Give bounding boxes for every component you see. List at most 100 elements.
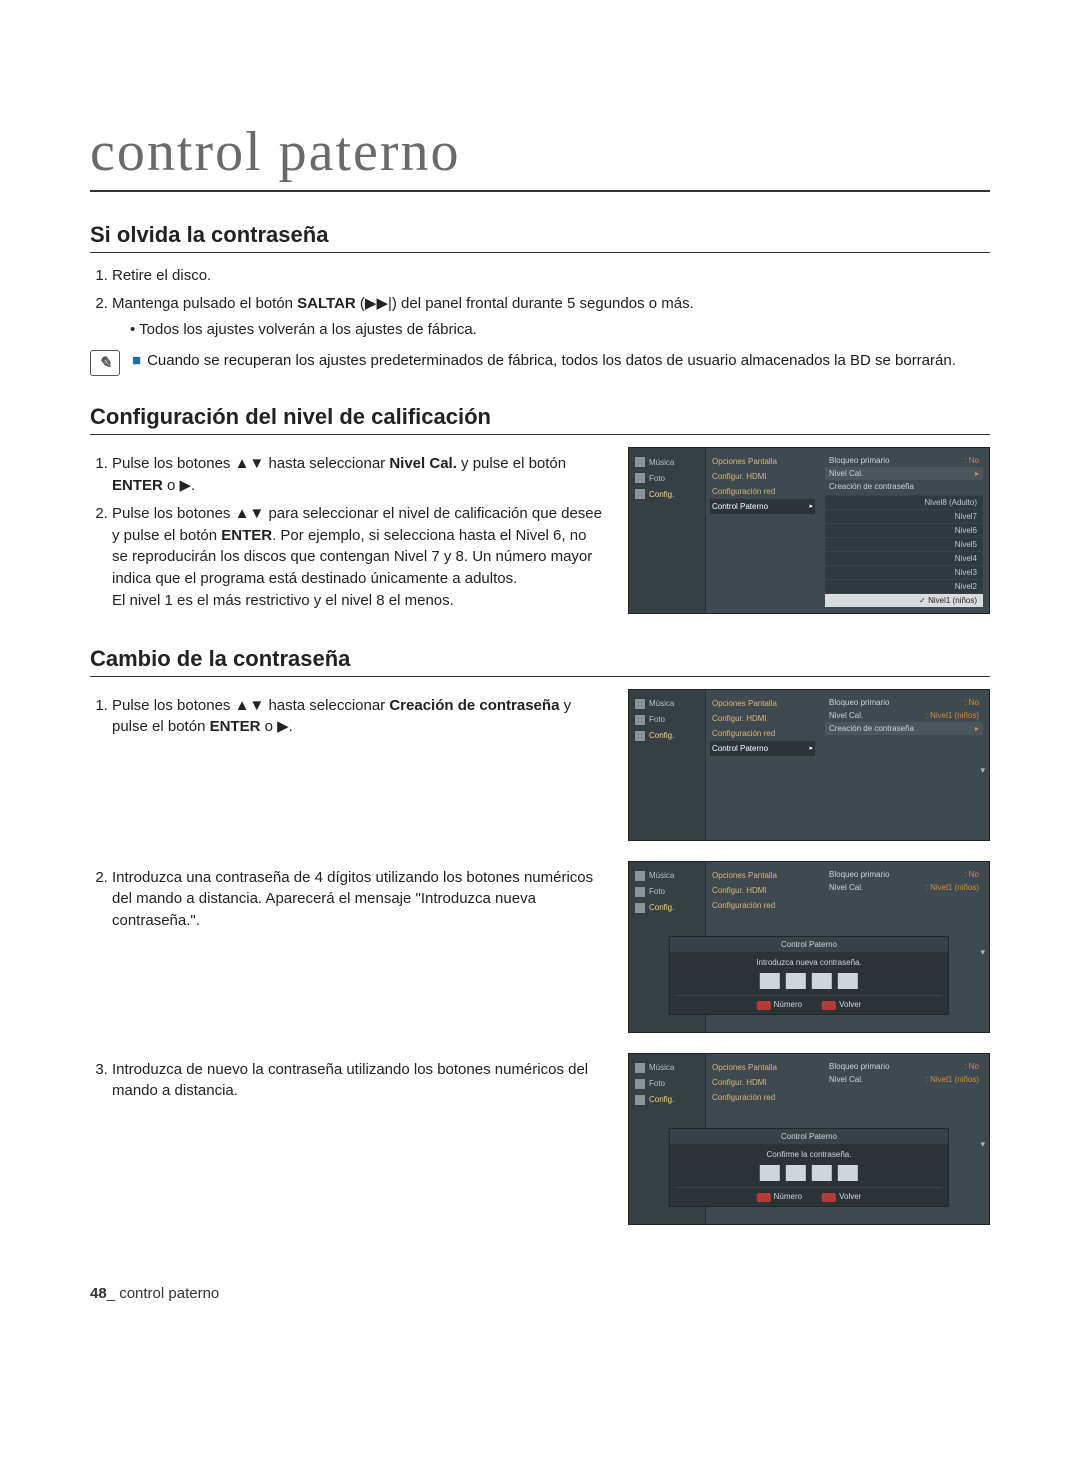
s1-note: Cuando se recuperan los ajustes predeter…	[147, 352, 956, 369]
m-configuracion-red: Configuración red	[710, 484, 815, 499]
side-foto: Foto	[633, 470, 701, 486]
m-configuracion-red: Configuración red	[710, 898, 815, 913]
scroll-arrow-icon: ▾	[980, 765, 985, 776]
kv-nivel: Nivel Cal.: Nivel1 (niños)	[825, 881, 983, 894]
s2-s1-b: Nivel Cal.	[389, 455, 457, 472]
footer-label: control paterno	[119, 1285, 219, 1302]
modal-title: Control Paterno	[670, 937, 948, 952]
screenshot-confirm-password: Música Foto Config. Opciones Pantalla Co…	[628, 1053, 990, 1225]
s3-step3: Introduzca de nuevo la contraseña utiliz…	[112, 1059, 604, 1103]
s2-s2-b: ENTER	[221, 527, 272, 544]
password-boxes	[676, 973, 942, 989]
pw-digit	[838, 973, 858, 989]
kv-bloqueo: Bloqueo primario: No	[825, 454, 983, 467]
side-config: Config.	[633, 486, 701, 502]
opt-nivel2: Nivel2	[825, 579, 983, 593]
m-configuracion-red: Configuración red	[710, 726, 815, 741]
scroll-arrow-icon: ▾	[980, 947, 985, 958]
m-opciones-pantalla: Opciones Pantalla	[710, 696, 815, 711]
m-opciones-pantalla: Opciones Pantalla	[710, 1060, 815, 1075]
kv-creacion: Creación de contraseña	[825, 480, 983, 493]
m-configur-hdmi: Configur. HDMI	[710, 1075, 815, 1090]
m-opciones-pantalla: Opciones Pantalla	[710, 454, 815, 469]
opt-nivel5: Nivel5	[825, 537, 983, 551]
note-icon: ✎	[90, 350, 120, 376]
opt-nivel4: Nivel4	[825, 551, 983, 565]
pw-digit	[812, 973, 832, 989]
side-musica: Música	[633, 868, 701, 884]
side-foto: Foto	[633, 1076, 701, 1092]
pw-digit	[786, 973, 806, 989]
rating-options: Nivel8 (Adulto) Nivel7 Nivel6 Nivel5 Niv…	[825, 495, 983, 607]
opt-nivel8: Nivel8 (Adulto)	[825, 495, 983, 509]
s2-s1-a: Pulse los botones ▲▼ hasta seleccionar	[112, 455, 389, 472]
note-text: ■Cuando se recuperan los ajustes predete…	[132, 350, 956, 371]
btn-volver: Volver	[822, 1000, 861, 1009]
s1-step1: Retire el disco.	[112, 265, 990, 287]
password-boxes	[676, 1165, 942, 1181]
s1-step2-c: (▶▶|) del panel frontal durante 5 segund…	[356, 295, 694, 312]
side-musica: Música	[633, 696, 701, 712]
page-footer: 48_ control paterno	[90, 1285, 990, 1302]
kv-creacion: Creación de contraseña▸	[825, 722, 983, 735]
opt-nivel6: Nivel6	[825, 523, 983, 537]
section-change-password-title: Cambio de la contraseña	[90, 646, 990, 677]
s3-step1: Pulse los botones ▲▼ hasta seleccionar C…	[112, 695, 604, 739]
m-configuracion-red: Configuración red	[710, 1090, 815, 1105]
section-forgot-password-title: Si olvida la contraseña	[90, 222, 990, 253]
opt-nivel1: ✓ Nivel1 (niños)	[825, 593, 983, 607]
s2-s2-tail: El nivel 1 es el más restrictivo y el ni…	[112, 590, 604, 612]
modal-prompt-new: Introduzca nueva contraseña.	[676, 958, 942, 967]
kv-bloqueo: Bloqueo primario: No	[825, 1060, 983, 1073]
screenshot-change-password-select: Música Foto Config. Opciones Pantalla Co…	[628, 689, 990, 841]
s1-step2-sub: • Todos los ajustes volverán a los ajust…	[130, 319, 990, 341]
s3-s1-e: o ▶.	[260, 718, 292, 735]
pw-digit	[838, 1165, 858, 1181]
scroll-arrow-icon: ▾	[980, 1139, 985, 1150]
modal-prompt-confirm: Confirme la contraseña.	[676, 1150, 942, 1159]
kv-bloqueo: Bloqueo primario: No	[825, 868, 983, 881]
section-rating-level-title: Configuración del nivel de calificación	[90, 404, 990, 435]
password-confirm-modal: Control Paterno Confirme la contraseña. …	[669, 1128, 949, 1206]
page-number: 48	[90, 1285, 107, 1302]
kv-nivel: Nivel Cal.: Nivel1 (niños)	[825, 1073, 983, 1086]
m-configur-hdmi: Configur. HDMI	[710, 469, 815, 484]
side-musica: Música	[633, 454, 701, 470]
btn-volver: Volver	[822, 1192, 861, 1201]
pw-digit	[786, 1165, 806, 1181]
btn-numero: Número	[757, 1000, 802, 1009]
m-control-paterno: Control Paterno	[710, 741, 815, 756]
side-musica: Música	[633, 1060, 701, 1076]
btn-numero: Número	[757, 1192, 802, 1201]
m-control-paterno: Control Paterno	[710, 499, 815, 514]
s3-step2: Introduzca una contraseña de 4 dígitos u…	[112, 867, 604, 932]
m-opciones-pantalla: Opciones Pantalla	[710, 868, 815, 883]
s3-s1-d: ENTER	[210, 718, 261, 735]
pw-digit	[812, 1165, 832, 1181]
s2-step2: Pulse los botones ▲▼ para seleccionar el…	[112, 503, 604, 612]
opt-nivel3: Nivel3	[825, 565, 983, 579]
opt-nivel7: Nivel7	[825, 509, 983, 523]
s2-s1-c: y pulse el botón	[457, 455, 566, 472]
screenshot-rating-level: Música Foto Config. Opciones Pantalla Co…	[628, 447, 990, 614]
m-configur-hdmi: Configur. HDMI	[710, 711, 815, 726]
modal-title: Control Paterno	[670, 1129, 948, 1144]
m-configur-hdmi: Configur. HDMI	[710, 883, 815, 898]
side-foto: Foto	[633, 712, 701, 728]
s2-s1-d: ENTER	[112, 477, 163, 494]
kv-nivel: Nivel Cal.▸	[825, 467, 983, 480]
side-config: Config.	[633, 1092, 701, 1108]
side-foto: Foto	[633, 884, 701, 900]
s3-s1-a: Pulse los botones ▲▼ hasta seleccionar	[112, 697, 389, 714]
s1-step2: Mantenga pulsado el botón SALTAR (▶▶|) d…	[112, 293, 990, 341]
side-config: Config.	[633, 900, 701, 916]
s3-s1-b: Creación de contraseña	[389, 697, 559, 714]
s1-step2-b: SALTAR	[297, 295, 356, 312]
page-title: control paterno	[90, 120, 990, 192]
screenshot-enter-new-password: Música Foto Config. Opciones Pantalla Co…	[628, 861, 990, 1033]
s1-step2-a: Mantenga pulsado el botón	[112, 295, 297, 312]
kv-nivel: Nivel Cal.: Nivel1 (niños)	[825, 709, 983, 722]
password-entry-modal: Control Paterno Introduzca nueva contras…	[669, 936, 949, 1014]
s2-step1: Pulse los botones ▲▼ hasta seleccionar N…	[112, 453, 604, 497]
pw-digit	[760, 973, 780, 989]
